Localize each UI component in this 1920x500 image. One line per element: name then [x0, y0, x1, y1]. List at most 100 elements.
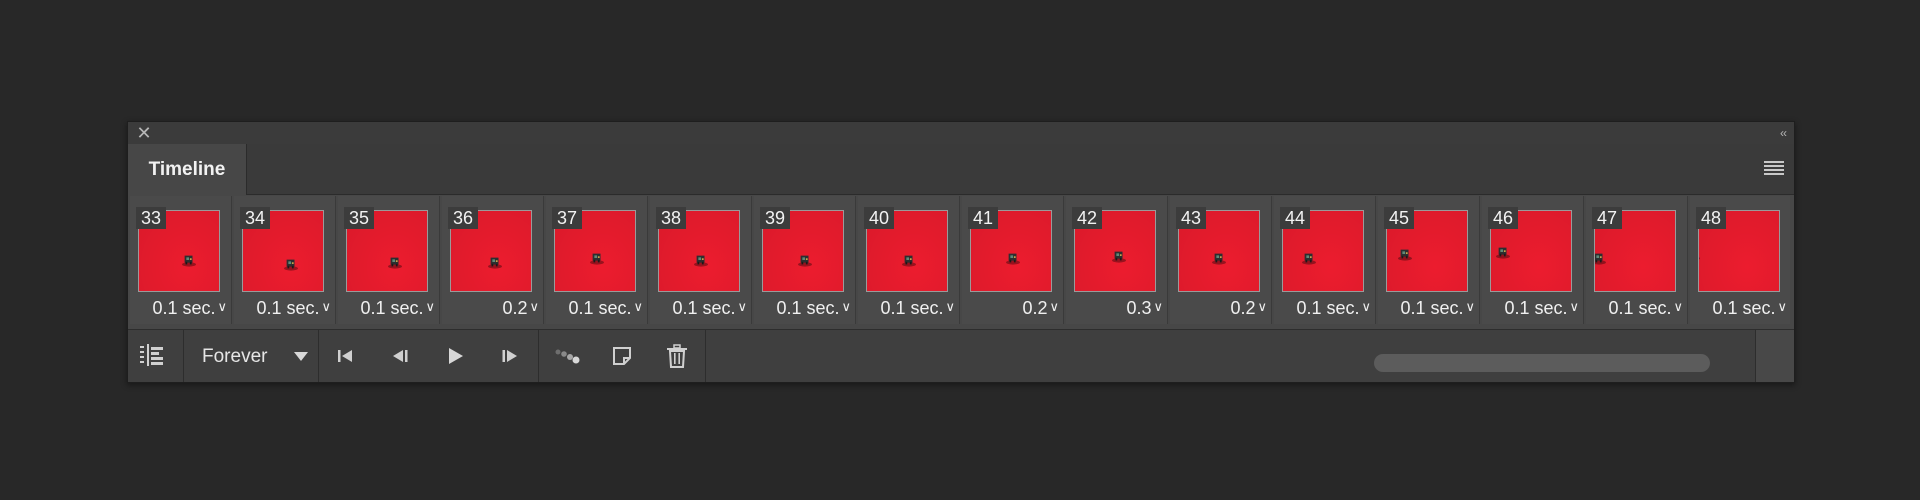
chevron-down-icon: ∨: [1153, 299, 1163, 314]
select-previous-frame-icon[interactable]: [386, 342, 414, 370]
animation-frame[interactable]: 33 0.1 sec. ∨: [130, 196, 232, 324]
sprite-figure: [1006, 253, 1020, 265]
sprite-figure: [694, 255, 708, 267]
panel-menu-icon[interactable]: [1764, 161, 1784, 177]
tab-row: Timeline: [128, 144, 1794, 195]
frame-delay-select[interactable]: 0.1 sec. ∨: [880, 297, 955, 318]
animation-frame[interactable]: 47 0.1 sec. ∨: [1586, 196, 1688, 324]
chevron-down-icon: ∨: [1049, 299, 1059, 314]
animation-frame[interactable]: 42 0.3 ∨: [1066, 196, 1168, 324]
frame-delay-value: 0.1 sec.: [1608, 298, 1672, 318]
frame-delay-select[interactable]: 0.1 sec. ∨: [776, 297, 851, 318]
chevron-down-icon: ∨: [841, 299, 851, 314]
tab-timeline-label: Timeline: [148, 159, 226, 180]
chevron-down-icon: ∨: [217, 299, 227, 314]
chevron-down-icon: ∨: [737, 299, 747, 314]
animation-frame[interactable]: 43 0.2 ∨: [1170, 196, 1272, 324]
frame-delay-select[interactable]: 0.2 ∨: [502, 297, 539, 318]
animation-frame[interactable]: 48 0.1 sec. ∨: [1690, 196, 1790, 324]
frame-delay-value: 0.1 sec.: [256, 298, 320, 318]
convert-to-video-timeline-icon[interactable]: [138, 342, 166, 370]
sprite-figure: [284, 259, 298, 271]
frame-number: 48: [1696, 207, 1727, 229]
chevron-down-icon: ∨: [425, 299, 435, 314]
animation-frame[interactable]: 36 0.2 ∨: [442, 196, 544, 324]
chevron-down-icon: ∨: [321, 299, 331, 314]
frame-delay-select[interactable]: 0.1 sec. ∨: [568, 297, 643, 318]
tween-icon[interactable]: [553, 342, 581, 370]
frame-delay-value: 0.1 sec.: [1400, 298, 1464, 318]
chevron-down-icon: [294, 352, 308, 361]
animation-frame[interactable]: 35 0.1 sec. ∨: [338, 196, 440, 324]
frame-number: 37: [552, 207, 583, 229]
tab-timeline[interactable]: Timeline: [128, 144, 247, 195]
animation-frame[interactable]: 38 0.1 sec. ∨: [650, 196, 752, 324]
chevron-down-icon: ∨: [1361, 299, 1371, 314]
animation-frame[interactable]: 41 0.2 ∨: [962, 196, 1064, 324]
play-icon[interactable]: [441, 342, 469, 370]
chevron-down-icon: ∨: [945, 299, 955, 314]
select-next-frame-icon[interactable]: [496, 342, 524, 370]
animation-frame[interactable]: 37 0.1 sec. ∨: [546, 196, 648, 324]
timeline-panel: ✕ ‹‹ Timeline 33 0.1 sec. ∨ 34 0.1 sec. ∨ 35 0.…: [127, 121, 1795, 383]
chevron-down-icon: ∨: [529, 299, 539, 314]
animation-frame[interactable]: 34 0.1 sec. ∨: [234, 196, 336, 324]
animation-frame[interactable]: 39 0.1 sec. ∨: [754, 196, 856, 324]
frame-number: 39: [760, 207, 791, 229]
frame-delay-select[interactable]: 0.1 sec. ∨: [360, 297, 435, 318]
frame-delay-select[interactable]: 0.1 sec. ∨: [1608, 297, 1683, 318]
chevron-down-icon: ∨: [1465, 299, 1475, 314]
trash-icon[interactable]: [663, 342, 691, 370]
frame-number: 40: [864, 207, 895, 229]
sprite-figure: [1212, 253, 1226, 265]
frame-number: 36: [448, 207, 479, 229]
frame-delay-select[interactable]: 0.2 ∨: [1022, 297, 1059, 318]
chevron-down-icon: ∨: [1673, 299, 1683, 314]
frame-delay-value: 0.1 sec.: [568, 298, 632, 318]
loop-options-value: Forever: [202, 346, 268, 367]
frame-delay-value: 0.1 sec.: [776, 298, 840, 318]
frame-delay-value: 0.1 sec.: [1296, 298, 1360, 318]
frame-delay-select[interactable]: 0.1 sec. ∨: [672, 297, 747, 318]
frame-delay-value: 0.1 sec.: [360, 298, 424, 318]
frame-number: 46: [1488, 207, 1519, 229]
sprite-figure: [1595, 253, 1606, 265]
scrollbar-end: [1755, 330, 1794, 382]
frame-number: 42: [1072, 207, 1103, 229]
animation-frame[interactable]: 40 0.1 sec. ∨: [858, 196, 960, 324]
frame-delay-select[interactable]: 0.1 sec. ∨: [1400, 297, 1475, 318]
frame-delay-value: 0.2: [1230, 298, 1256, 318]
chevron-down-icon: ∨: [633, 299, 643, 314]
frame-number: 47: [1592, 207, 1623, 229]
sprite-figure: [1112, 251, 1126, 263]
frame-number: 44: [1280, 207, 1311, 229]
frame-delay-select[interactable]: 0.1 sec. ∨: [1712, 297, 1787, 318]
sprite-figure: [1302, 253, 1316, 265]
animation-frame[interactable]: 44 0.1 sec. ∨: [1274, 196, 1376, 324]
frame-delay-select[interactable]: 0.1 sec. ∨: [256, 297, 331, 318]
sprite-figure: [798, 255, 812, 267]
sprite-figure: [1699, 257, 1700, 260]
horizontal-scrollbar[interactable]: [1374, 354, 1710, 372]
close-icon[interactable]: ✕: [134, 123, 154, 143]
frame-delay-select[interactable]: 0.3 ∨: [1126, 297, 1163, 318]
frame-number: 35: [344, 207, 375, 229]
frame-delay-value: 0.1 sec.: [1712, 298, 1776, 318]
sprite-figure: [488, 257, 502, 269]
frame-delay-value: 0.3: [1126, 298, 1152, 318]
duplicate-frame-icon[interactable]: [608, 342, 636, 370]
chevron-down-icon: ∨: [1777, 299, 1787, 314]
collapse-icon[interactable]: ‹‹: [1780, 124, 1787, 142]
frame-delay-select[interactable]: 0.1 sec. ∨: [152, 297, 227, 318]
sprite-figure: [388, 257, 402, 269]
frame-delay-select[interactable]: 0.2 ∨: [1230, 297, 1267, 318]
loop-options-select[interactable]: Forever: [184, 340, 312, 372]
frame-number: 45: [1384, 207, 1415, 229]
frame-delay-select[interactable]: 0.1 sec. ∨: [1504, 297, 1579, 318]
animation-frame[interactable]: 46 0.1 sec. ∨: [1482, 196, 1584, 324]
frame-delay-select[interactable]: 0.1 sec. ∨: [1296, 297, 1371, 318]
frame-delay-value: 0.1 sec.: [672, 298, 736, 318]
frame-delay-value: 0.1 sec.: [880, 298, 944, 318]
animation-frame[interactable]: 45 0.1 sec. ∨: [1378, 196, 1480, 324]
select-first-frame-icon[interactable]: [331, 342, 359, 370]
